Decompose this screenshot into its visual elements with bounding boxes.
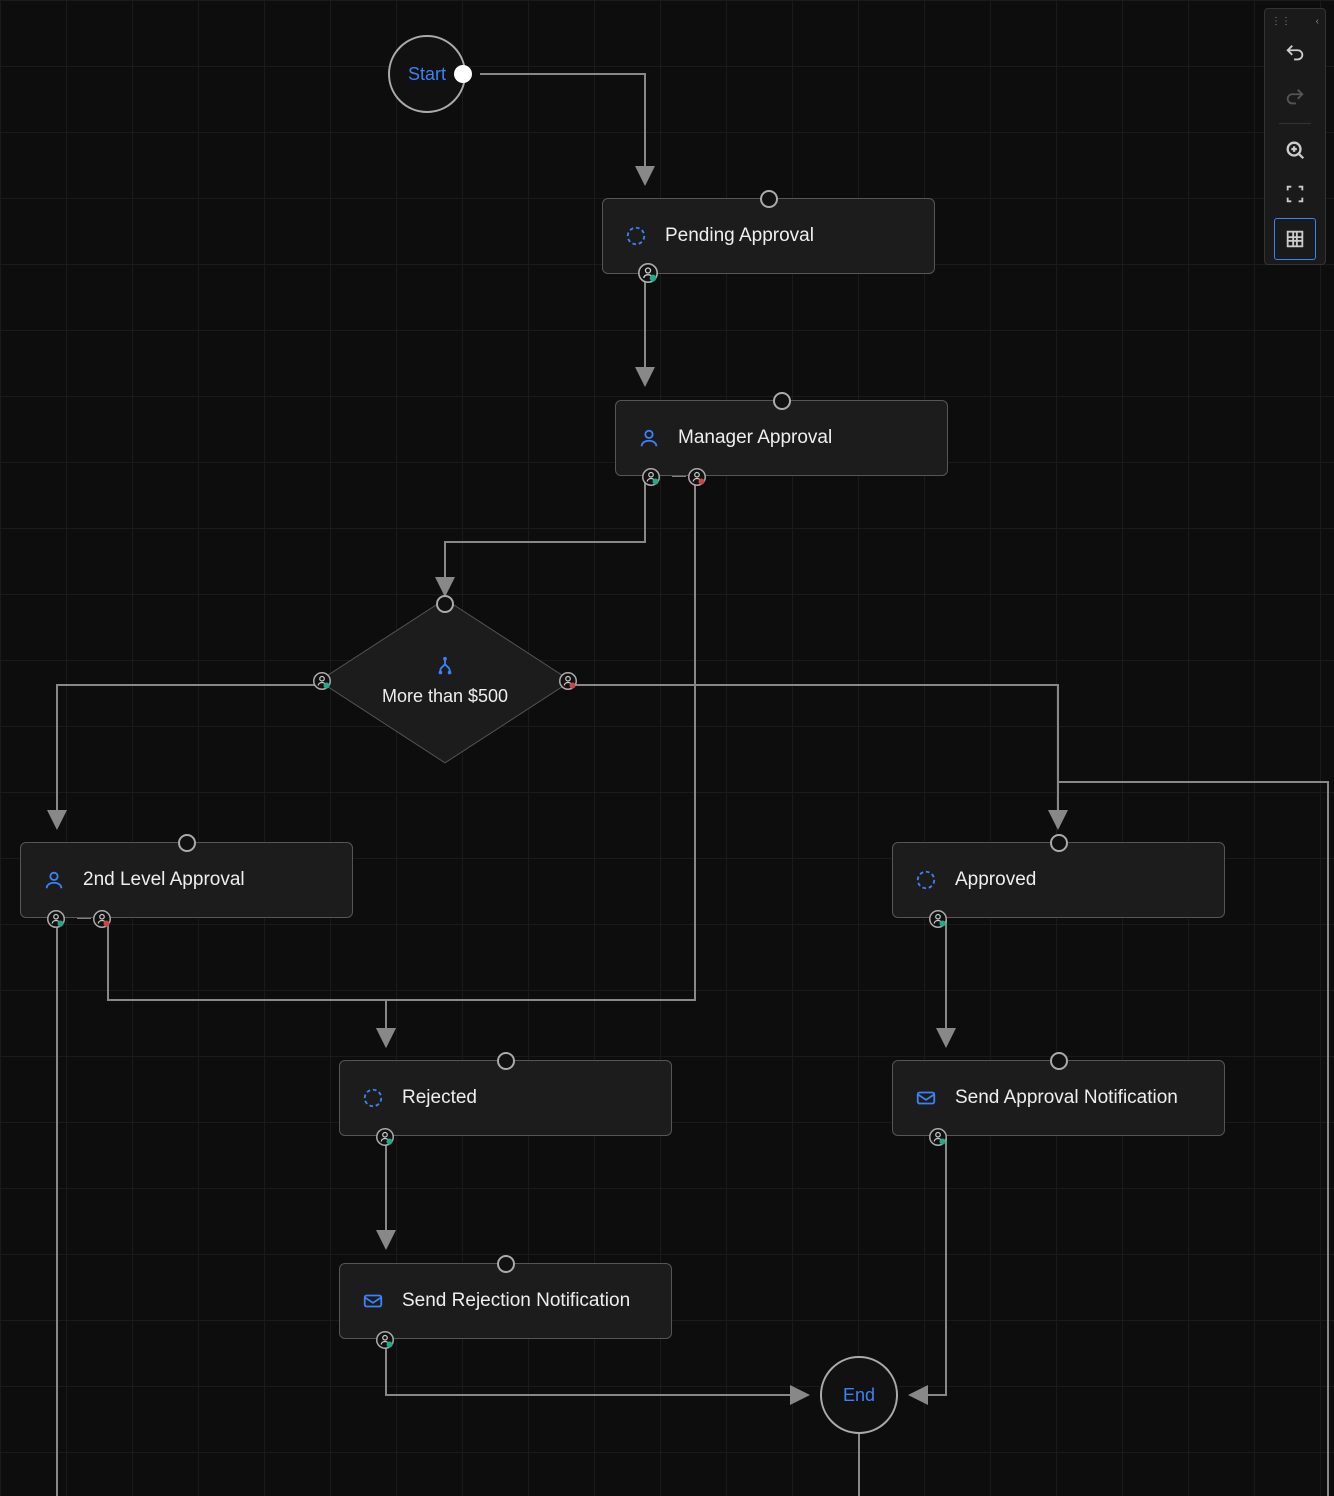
grid-button[interactable] (1274, 218, 1316, 260)
port-in[interactable] (773, 392, 791, 410)
branch-icon (434, 656, 456, 678)
port-out[interactable] (376, 1128, 394, 1146)
collapse-icon[interactable]: ‹ (1316, 16, 1319, 27)
redo-button[interactable] (1275, 77, 1315, 117)
port-approve[interactable] (642, 468, 660, 486)
undo-button[interactable] (1275, 33, 1315, 73)
toolbar-header[interactable]: ⋮⋮ ‹ (1269, 13, 1321, 29)
node-label: Rejected (402, 1087, 477, 1109)
status-icon (625, 225, 647, 247)
node-label: Manager Approval (678, 427, 832, 449)
node-label: Approved (955, 869, 1036, 891)
port-approve[interactable] (47, 910, 65, 928)
end-label: End (843, 1385, 875, 1406)
mail-icon (915, 1087, 937, 1109)
start-label: Start (408, 64, 446, 85)
port-out[interactable] (929, 910, 947, 928)
toolbar: ⋮⋮ ‹ (1264, 8, 1326, 265)
zoom-button[interactable] (1275, 130, 1315, 170)
user-icon (638, 427, 660, 449)
port-reject[interactable] (93, 910, 111, 928)
mail-icon (362, 1290, 384, 1312)
end-node[interactable]: End (820, 1356, 898, 1434)
grip-icon: ⋮⋮ (1271, 16, 1291, 27)
toolbar-separator (1279, 123, 1311, 124)
node-second-level-approval[interactable]: 2nd Level Approval — (20, 842, 353, 918)
fit-button[interactable] (1275, 174, 1315, 214)
node-rejected[interactable]: Rejected (339, 1060, 672, 1136)
user-icon (43, 869, 65, 891)
node-label: Send Approval Notification (955, 1087, 1178, 1109)
port-out[interactable] (929, 1128, 947, 1146)
port-yes[interactable] (313, 672, 331, 690)
status-icon (362, 1087, 384, 1109)
port-in[interactable] (178, 834, 196, 852)
start-node[interactable]: Start (388, 35, 466, 113)
status-icon (915, 869, 937, 891)
node-manager-approval[interactable]: Manager Approval — (615, 400, 948, 476)
port-reject[interactable] (688, 468, 706, 486)
port-in[interactable] (1050, 834, 1068, 852)
node-label: 2nd Level Approval (83, 869, 245, 891)
node-send-rejection-notification[interactable]: Send Rejection Notification (339, 1263, 672, 1339)
node-approved[interactable]: Approved (892, 842, 1225, 918)
port-no[interactable] (559, 672, 577, 690)
port-in[interactable] (760, 190, 778, 208)
node-label: More than $500 (382, 686, 508, 707)
port-in[interactable] (1050, 1052, 1068, 1070)
port-in[interactable] (497, 1255, 515, 1273)
node-send-approval-notification[interactable]: Send Approval Notification (892, 1060, 1225, 1136)
port-out[interactable] (639, 264, 657, 282)
workflow-canvas[interactable]: Start Pending Approval Manager Approval … (0, 0, 1334, 1496)
node-label: Pending Approval (665, 225, 814, 247)
port-in[interactable] (497, 1052, 515, 1070)
node-decision-more-than-500[interactable]: More than $500 (324, 604, 566, 758)
node-label: Send Rejection Notification (402, 1290, 630, 1312)
port-out[interactable] (376, 1331, 394, 1349)
port-in[interactable] (436, 595, 454, 613)
node-pending-approval[interactable]: Pending Approval (602, 198, 935, 274)
